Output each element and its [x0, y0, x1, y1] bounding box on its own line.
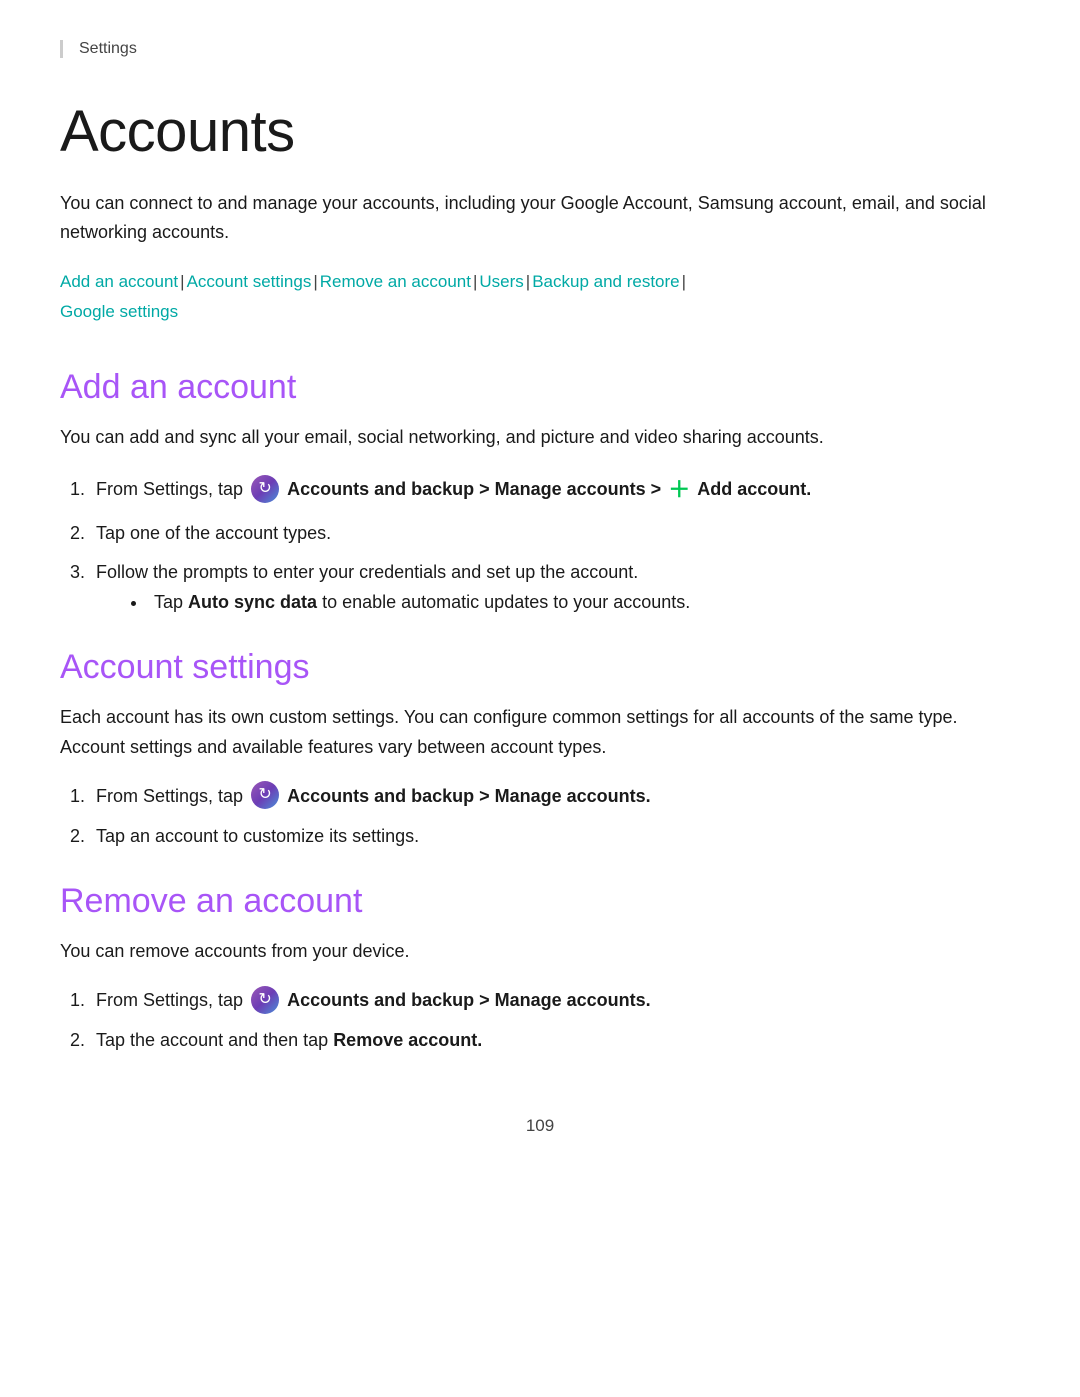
- nav-link-add-account[interactable]: Add an account: [60, 272, 178, 291]
- add-account-bullets: Tap Auto sync data to enable automatic u…: [148, 588, 1020, 618]
- section-desc-account-settings: Each account has its own custom settings…: [60, 703, 1020, 762]
- section-title-add-account: Add an account: [60, 368, 1020, 407]
- nav-link-users[interactable]: Users: [479, 272, 523, 291]
- remove-acct-bold: Accounts and backup > Manage accounts.: [287, 990, 651, 1010]
- accounts-backup-icon-2: [251, 781, 279, 809]
- nav-link-google-settings[interactable]: Google settings: [60, 302, 178, 321]
- section-remove-account: Remove an account You can remove account…: [60, 882, 1020, 1056]
- intro-text: You can connect to and manage your accou…: [60, 189, 1020, 247]
- add-account-step-3: Follow the prompts to enter your credent…: [90, 558, 1020, 617]
- acct-settings-bold: Accounts and backup > Manage accounts.: [287, 786, 651, 806]
- remove-account-steps: From Settings, tap Accounts and backup >…: [90, 986, 1020, 1055]
- page-title: Accounts: [60, 98, 1020, 165]
- section-title-account-settings: Account settings: [60, 648, 1020, 687]
- section-add-account: Add an account You can add and sync all …: [60, 368, 1020, 618]
- add-account-steps: From Settings, tap Accounts and backup >…: [90, 472, 1020, 617]
- section-desc-add-account: You can add and sync all your email, soc…: [60, 423, 1020, 453]
- add-plus-icon: ＋: [668, 472, 690, 508]
- section-title-remove-account: Remove an account: [60, 882, 1020, 921]
- add-account-step-1: From Settings, tap Accounts and backup >…: [90, 472, 1020, 508]
- accounts-backup-icon-3: [251, 986, 279, 1014]
- breadcrumb: Settings: [60, 40, 1020, 58]
- bullet-auto-sync: Tap Auto sync data to enable automatic u…: [148, 588, 1020, 618]
- remove-account-step-2: Tap the account and then tap Remove acco…: [90, 1026, 1020, 1056]
- nav-link-account-settings[interactable]: Account settings: [187, 272, 312, 291]
- section-desc-remove-account: You can remove accounts from your device…: [60, 937, 1020, 967]
- add-account-step-2: Tap one of the account types.: [90, 519, 1020, 549]
- step1-bold2: Add account.: [697, 479, 811, 499]
- account-settings-step-1: From Settings, tap Accounts and backup >…: [90, 782, 1020, 812]
- page-number: 109: [60, 1116, 1020, 1136]
- step1-bold: Accounts and backup > Manage accounts >: [287, 479, 661, 499]
- accounts-backup-icon-1: [251, 475, 279, 503]
- nav-links: Add an account|Account settings|Remove a…: [60, 267, 1020, 328]
- nav-link-backup-restore[interactable]: Backup and restore: [532, 272, 679, 291]
- nav-link-remove-account[interactable]: Remove an account: [320, 272, 471, 291]
- account-settings-steps: From Settings, tap Accounts and backup >…: [90, 782, 1020, 851]
- remove-account-step-1: From Settings, tap Accounts and backup >…: [90, 986, 1020, 1016]
- account-settings-step-2: Tap an account to customize its settings…: [90, 822, 1020, 852]
- section-account-settings: Account settings Each account has its ow…: [60, 648, 1020, 852]
